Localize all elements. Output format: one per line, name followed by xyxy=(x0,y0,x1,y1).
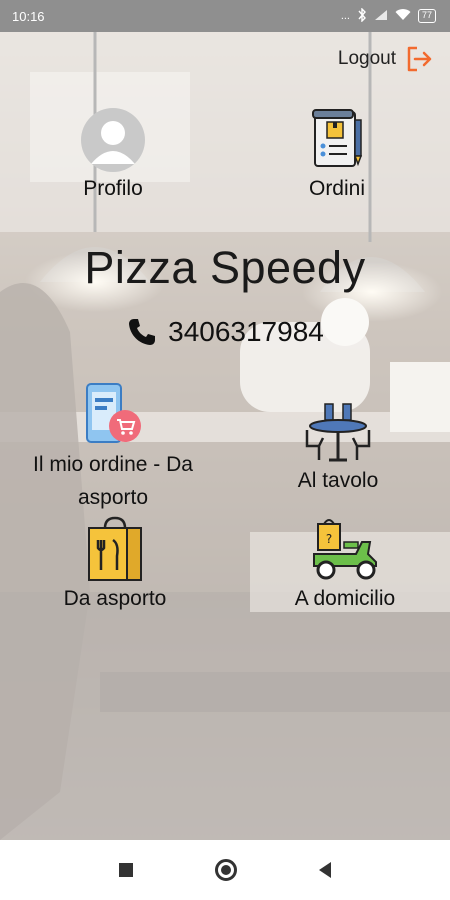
battery-icon: 77 xyxy=(417,9,436,23)
orders-button[interactable]: Ordini xyxy=(282,108,392,205)
takeaway-bag-icon xyxy=(88,516,142,581)
phone-number[interactable]: 3406317984 xyxy=(0,316,450,348)
my-order-button[interactable]: Il mio ordine - Da asporto xyxy=(8,382,218,514)
recent-apps-icon[interactable] xyxy=(119,863,133,877)
bluetooth-icon xyxy=(357,6,367,25)
delivery-button[interactable]: ? A domicilio xyxy=(270,516,420,615)
logout-icon xyxy=(407,46,432,72)
home-icon[interactable] xyxy=(215,859,237,881)
table-label: Al tavolo xyxy=(297,469,379,492)
main-content: Logout Profilo Ordini Pizza Speedy 34063… xyxy=(0,32,450,840)
navigation-bar xyxy=(0,840,450,900)
mobile-cart-icon xyxy=(86,383,141,443)
svg-text:?: ? xyxy=(326,532,332,546)
avatar-icon xyxy=(81,108,145,172)
status-time: 10:16 xyxy=(12,8,45,24)
table-chairs-icon xyxy=(305,403,371,462)
takeaway-button[interactable]: Da asporto xyxy=(40,516,190,615)
signal-icon xyxy=(374,9,388,24)
phone-text: 3406317984 xyxy=(168,316,324,347)
logout-label: Logout xyxy=(337,48,396,69)
delivery-scooter-icon: ? xyxy=(313,519,377,580)
orders-label: Ordini xyxy=(308,177,366,200)
table-button[interactable]: Al tavolo xyxy=(278,402,398,497)
status-bar: 10:16 ... 77 xyxy=(0,0,450,32)
profile-label: Profilo xyxy=(83,177,143,200)
takeaway-label: Da asporto xyxy=(63,587,167,610)
status-icons: ... 77 xyxy=(340,6,436,25)
profile-button[interactable]: Profilo xyxy=(58,108,168,205)
status-signal-text: ... xyxy=(340,10,350,22)
wifi-icon xyxy=(395,8,411,24)
my-order-label: Il mio ordine - Da asporto xyxy=(33,453,193,509)
orders-document-icon xyxy=(312,109,363,167)
restaurant-name: Pizza Speedy xyxy=(84,242,366,293)
delivery-label: A domicilio xyxy=(294,587,396,610)
phone-icon xyxy=(129,319,156,345)
back-icon[interactable] xyxy=(319,862,331,878)
logout-button[interactable]: Logout xyxy=(338,44,434,74)
